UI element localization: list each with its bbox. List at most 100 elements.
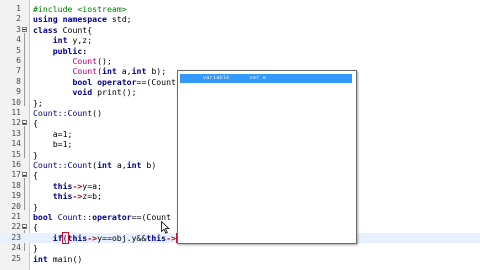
code-text: { bbox=[33, 118, 38, 128]
line-number: 16 bbox=[11, 160, 21, 169]
code-text: { bbox=[33, 170, 38, 180]
line-number: 6 bbox=[16, 56, 21, 65]
code-token: this bbox=[67, 232, 88, 243]
code-token: a, bbox=[111, 160, 127, 170]
code-text: if(this->y==obj.y&&this->) bbox=[33, 231, 182, 244]
code-token: int bbox=[126, 160, 142, 170]
line-number: 21 bbox=[11, 212, 21, 221]
code-text: this->y=a; bbox=[33, 181, 102, 191]
code-token: -> bbox=[87, 232, 98, 243]
code-token: this bbox=[146, 232, 167, 243]
line-number: 19 bbox=[11, 191, 21, 201]
code-token: Count{ bbox=[57, 24, 93, 35]
code-line[interactable]: 3 class Count{ bbox=[0, 25, 480, 35]
line-number: 14 bbox=[11, 139, 21, 149]
code-token: (); bbox=[97, 56, 112, 66]
code-token: Count bbox=[72, 56, 98, 66]
code-token: z=b; bbox=[82, 191, 103, 202]
code-token: -> bbox=[72, 180, 83, 191]
code-token: main() bbox=[47, 253, 83, 264]
code-token: y,z; bbox=[67, 35, 93, 46]
code-token: int bbox=[97, 160, 112, 170]
autocomplete-selected-item[interactable]: variable var a bbox=[180, 74, 352, 83]
code-token: } bbox=[33, 149, 38, 160]
code-token: Count::Count bbox=[33, 160, 93, 170]
code-token: Count bbox=[72, 66, 98, 77]
code-token: { bbox=[33, 118, 38, 129]
code-token: operator bbox=[92, 212, 132, 222]
line-number: 11 bbox=[11, 108, 21, 117]
line-number: 13 bbox=[11, 128, 21, 138]
autocomplete-popup[interactable]: variable var a bbox=[177, 70, 357, 244]
code-token: print(); bbox=[92, 87, 137, 98]
code-token: void bbox=[72, 87, 93, 98]
code-token: b); bbox=[146, 66, 167, 77]
fold-toggle-icon[interactable] bbox=[22, 172, 27, 178]
code-line[interactable]: 4 int y,z; bbox=[0, 35, 480, 45]
line-number: 12 bbox=[11, 118, 21, 128]
code-token: bool bbox=[33, 212, 53, 222]
code-token: y==obj.y&& bbox=[97, 232, 147, 243]
code-line[interactable]: 25 int main() bbox=[0, 254, 480, 264]
code-line[interactable]: 2 using namespace std; bbox=[0, 14, 480, 24]
code-token: bool bbox=[72, 76, 93, 87]
code-text: Count::Count(int a,int b) bbox=[33, 160, 156, 170]
code-token: } bbox=[33, 243, 38, 254]
code-text: using namespace std; bbox=[33, 14, 132, 24]
code-line[interactable]: 1 #include <iostream> bbox=[0, 4, 480, 14]
code-token: this bbox=[52, 180, 73, 191]
code-token: a=1; bbox=[33, 128, 73, 139]
line-number: 20 bbox=[11, 201, 21, 211]
code-token: () bbox=[92, 108, 103, 118]
mouse-pointer-icon bbox=[161, 221, 170, 234]
code-editor[interactable]: 1 #include <iostream> 2 using namespace std… bbox=[0, 0, 480, 270]
code-token: if bbox=[52, 232, 63, 243]
code-token: int bbox=[33, 253, 48, 264]
line-number: 8 bbox=[16, 76, 21, 86]
code-line[interactable]: 6 Count(); bbox=[0, 56, 480, 66]
code-token: } bbox=[33, 201, 38, 212]
code-text: class Count{ bbox=[33, 25, 92, 35]
code-token: int bbox=[52, 35, 68, 46]
line-number: 7 bbox=[16, 66, 21, 76]
autocomplete-item-label: variable var a bbox=[183, 75, 266, 81]
code-text: b=1; bbox=[33, 139, 73, 149]
line-number: 22 bbox=[11, 222, 21, 232]
code-text: }; bbox=[33, 98, 43, 108]
line-number: 9 bbox=[16, 87, 21, 97]
line-number: 15 bbox=[11, 149, 21, 159]
line-number: 17 bbox=[11, 170, 21, 180]
line-number: 10 bbox=[11, 97, 21, 107]
code-token: int bbox=[102, 66, 117, 77]
line-number: 5 bbox=[16, 45, 21, 55]
fold-toggle-icon[interactable] bbox=[22, 224, 27, 230]
code-token: #include <iostream> bbox=[33, 4, 127, 14]
line-number: 25 bbox=[11, 253, 21, 263]
code-line[interactable]: 24} bbox=[0, 243, 480, 253]
code-token: -> bbox=[166, 232, 176, 243]
code-token: }; bbox=[33, 97, 43, 108]
fold-toggle-icon[interactable] bbox=[22, 26, 27, 32]
code-text: Count::Count() bbox=[33, 108, 102, 118]
code-token: operator bbox=[97, 76, 137, 87]
code-text: } bbox=[33, 150, 38, 160]
code-token: this bbox=[52, 191, 73, 202]
code-token: a, bbox=[116, 66, 132, 77]
line-number: 1 bbox=[16, 4, 21, 13]
code-token: { bbox=[33, 222, 38, 233]
code-token: public: bbox=[52, 45, 88, 56]
code-line[interactable]: 5 public: bbox=[0, 46, 480, 56]
code-text: int main() bbox=[33, 254, 82, 264]
code-token: b) bbox=[141, 160, 157, 170]
code-token: std; bbox=[106, 14, 132, 25]
fold-toggle-icon[interactable] bbox=[22, 120, 27, 126]
code-text: public: bbox=[33, 45, 88, 56]
code-token: { bbox=[33, 170, 38, 181]
line-number: 3 bbox=[16, 24, 21, 34]
code-text: this->z=b; bbox=[33, 191, 102, 201]
